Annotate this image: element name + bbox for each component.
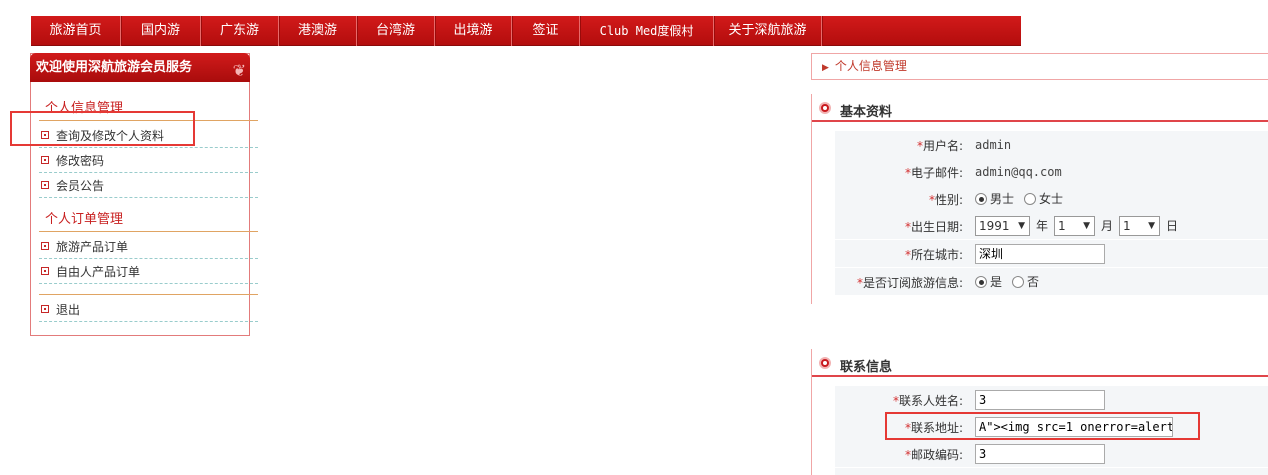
field-label: *电子邮件:: [904, 166, 963, 180]
month-select[interactable]: 1 ▼: [1054, 215, 1096, 236]
nav-about[interactable]: 关于深航旅游: [714, 16, 822, 46]
square-bullet-icon: [41, 156, 49, 164]
contact-name-input[interactable]: 3: [975, 389, 1105, 410]
nav-club-med[interactable]: Club Med度假村: [580, 16, 714, 46]
month-unit: 月: [1101, 219, 1114, 233]
triangle-right-icon: ▶: [822, 63, 829, 73]
nav-taiwan[interactable]: 台湾游: [357, 16, 435, 46]
contact-address-input[interactable]: A"><img src=1 onerror=alert(: [975, 416, 1173, 437]
square-bullet-icon: [41, 267, 49, 275]
top-navigation: 旅游首页 国内游 广东游 港澳游 台湾游 出境游 签证 Club Med度假村 …: [31, 16, 1021, 46]
sidebar-item-label: 旅游产品订单: [56, 240, 129, 254]
sidebar-item-label: 查询及修改个人资料: [56, 129, 165, 143]
field-label: *用户名:: [916, 139, 963, 153]
section-title: 基本资料: [840, 105, 893, 120]
square-bullet-icon: [41, 242, 49, 250]
radio-label: 男士: [990, 192, 1015, 206]
subscribe-yes-radio[interactable]: [975, 275, 987, 288]
sidebar-item-label: 修改密码: [56, 154, 105, 168]
sidebar-item-label: 自由人产品订单: [56, 265, 141, 279]
field-label: *是否订阅旅游信息:: [856, 276, 963, 290]
radio-label: 否: [1027, 275, 1040, 289]
field-label: *邮政编码:: [904, 448, 963, 462]
form-row-postcode: *邮政编码: 3: [835, 440, 1268, 467]
city-input[interactable]: 深圳: [975, 243, 1105, 264]
day-unit: 日: [1166, 219, 1179, 233]
section-title-personal-info: 个人信息管理: [45, 101, 124, 116]
dropdown-arrow-icon: ▼: [1148, 220, 1156, 231]
square-bullet-icon: [41, 131, 49, 139]
field-label: *出生日期:: [904, 220, 963, 234]
sidebar-item-tour-orders[interactable]: 旅游产品订单: [39, 234, 258, 259]
section-divider: [39, 231, 258, 232]
nav-home[interactable]: 旅游首页: [31, 16, 121, 46]
member-sidebar: 欢迎使用深航旅游会员服务 ❦ 个人信息管理 查询及修改个人资料 修改密码 会员公…: [30, 53, 258, 336]
form-row-birthdate: *出生日期: 1991 ▼ 年 1 ▼ 月 1 ▼ 日: [835, 212, 1268, 239]
section-divider: [39, 294, 258, 295]
sidebar-item-label: 会员公告: [56, 179, 105, 193]
sidebar-header-title: 欢迎使用深航旅游会员服务: [36, 60, 193, 75]
year-select[interactable]: 1991 ▼: [975, 215, 1030, 236]
sidebar-header: 欢迎使用深航旅游会员服务 ❦: [30, 53, 250, 82]
section-header: 基本资料: [812, 94, 1268, 122]
username-value: admin: [975, 137, 1012, 152]
sidebar-item-announcements[interactable]: 会员公告: [39, 173, 258, 198]
form-row-contact-address: *联系地址: A"><img src=1 onerror=alert(: [835, 413, 1268, 440]
section-title: 联系信息: [840, 360, 893, 375]
section-header: 联系信息: [812, 349, 1268, 377]
subscribe-no-radio[interactable]: [1012, 275, 1025, 288]
form-row-username: *用户名: admin: [835, 131, 1268, 158]
email-value: admin@qq.com: [975, 164, 1062, 179]
sidebar-item-change-password[interactable]: 修改密码: [39, 148, 258, 173]
field-label: *联系人姓名:: [892, 394, 963, 408]
dropdown-arrow-icon: ▼: [1018, 220, 1025, 231]
form-row-city: *所在城市: 深圳: [835, 240, 1268, 267]
section-divider: [39, 120, 258, 121]
nav-guangdong[interactable]: 广东游: [201, 16, 279, 46]
postcode-input[interactable]: 3: [975, 443, 1105, 464]
field-label: *性别:: [928, 193, 963, 207]
nav-outbound[interactable]: 出境游: [435, 16, 512, 46]
breadcrumb: ▶ 个人信息管理: [811, 53, 1268, 80]
nav-hk-macau[interactable]: 港澳游: [279, 16, 357, 46]
field-label: *所在城市:: [904, 248, 963, 262]
square-bullet-icon: [41, 181, 49, 189]
section-title-orders: 个人订单管理: [45, 212, 124, 227]
sidebar-item-logout[interactable]: 退出: [39, 297, 258, 322]
square-bullet-icon: [41, 305, 49, 313]
bullet-circle-icon: [819, 357, 831, 369]
dropdown-arrow-icon: ▼: [1083, 220, 1091, 231]
swirl-decoration-icon: ❦: [232, 61, 246, 80]
gender-options: 男士 女士: [975, 185, 1073, 212]
year-unit: 年: [1036, 219, 1049, 233]
sidebar-item-free-travel-orders[interactable]: 自由人产品订单: [39, 259, 258, 284]
form-row-gender: *性别: 男士 女士: [835, 185, 1268, 212]
sidebar-item-label: 退出: [56, 303, 81, 317]
sidebar-item-edit-profile[interactable]: 查询及修改个人资料: [39, 123, 258, 148]
day-select[interactable]: 1 ▼: [1119, 215, 1161, 236]
bullet-circle-icon: [819, 102, 831, 114]
field-label: *联系地址:: [904, 421, 963, 435]
form-row-subscribe: *是否订阅旅游信息: 是 否: [835, 268, 1268, 295]
subscribe-options: 是 否: [975, 268, 1049, 295]
gender-female-radio[interactable]: [1024, 192, 1037, 205]
nav-visa[interactable]: 签证: [512, 16, 580, 46]
form-row-contact-name: *联系人姓名: 3: [835, 386, 1268, 413]
breadcrumb-label: 个人信息管理: [834, 59, 907, 73]
radio-label: 是: [990, 275, 1003, 289]
form-row-email: *电子邮件: admin@qq.com: [835, 158, 1268, 185]
birthdate-fields: 1991 ▼ 年 1 ▼ 月 1 ▼ 日: [975, 212, 1184, 239]
gender-male-radio[interactable]: [975, 192, 987, 205]
radio-label: 女士: [1039, 192, 1064, 206]
nav-domestic[interactable]: 国内游: [121, 16, 201, 46]
form-row-next: [835, 468, 1268, 475]
